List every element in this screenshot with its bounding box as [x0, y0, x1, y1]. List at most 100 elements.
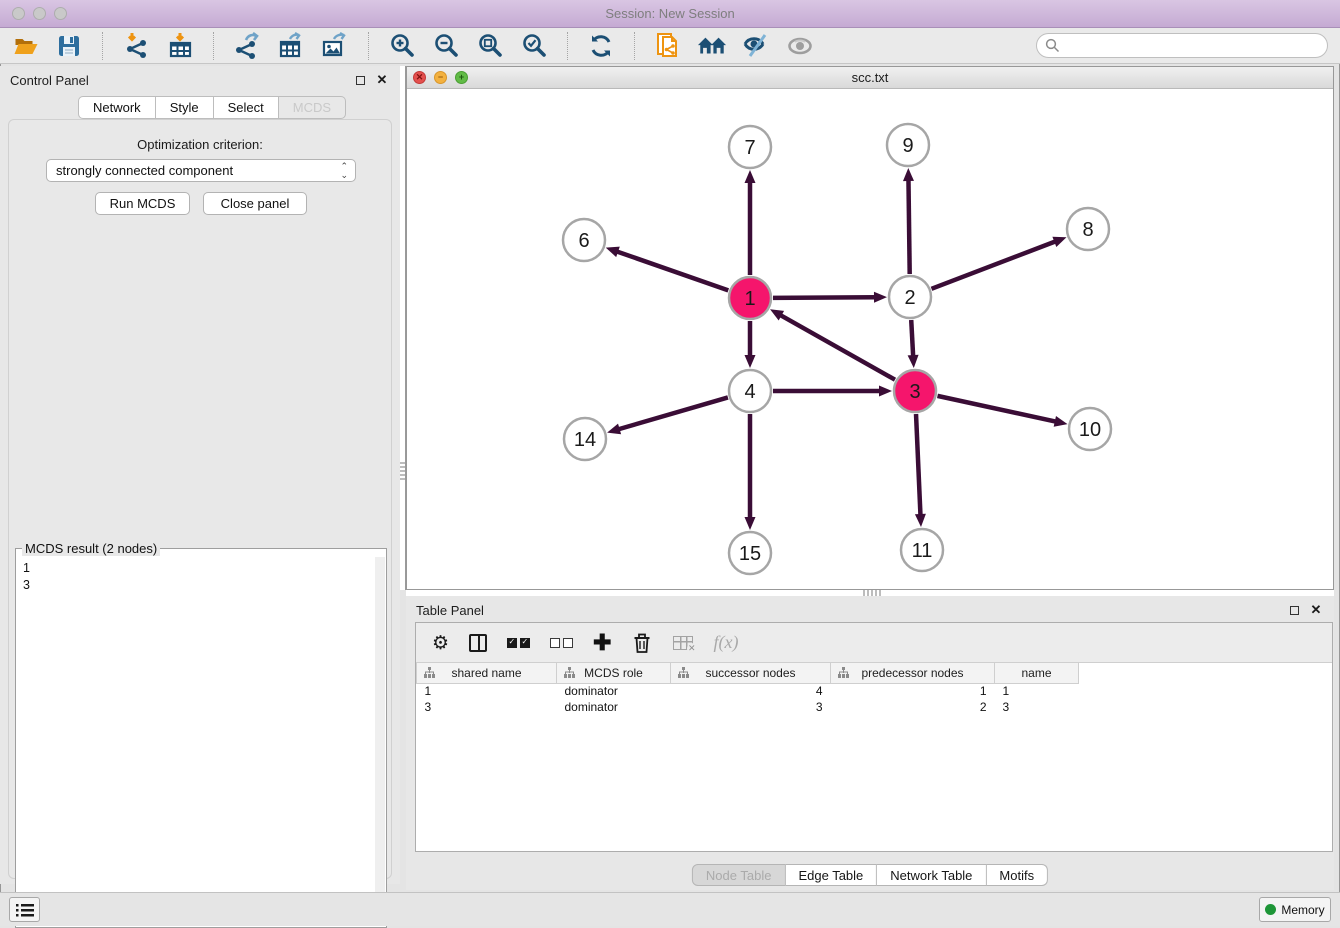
- table-panel: Table Panel ✕ ⚙ ✚ f(x) shared name MCDS …: [406, 596, 1334, 890]
- cell-successor-nodes[interactable]: 3: [671, 699, 831, 715]
- tab-mcds[interactable]: MCDS: [279, 96, 346, 119]
- network-graph[interactable]: 7968124314101511: [407, 89, 1333, 589]
- network-window-title: scc.txt: [852, 70, 889, 85]
- graph-edge-arrowhead: [879, 386, 892, 397]
- control-panel-title: Control Panel: [10, 73, 346, 88]
- minimize-icon[interactable]: [33, 7, 46, 20]
- close-panel-icon[interactable]: ✕: [1308, 602, 1324, 618]
- network-window-titlebar[interactable]: ✕ − + scc.txt: [407, 67, 1333, 89]
- graph-edge-4-14[interactable]: [618, 397, 728, 429]
- cell-predecessor-nodes[interactable]: 2: [831, 699, 995, 715]
- optimization-criterion-value: strongly connected component: [56, 163, 233, 178]
- mcds-panel: Optimization criterion: strongly connect…: [8, 119, 392, 879]
- result-scrollbar[interactable]: [375, 557, 385, 926]
- show-columns-icon[interactable]: [469, 631, 487, 655]
- cell-name[interactable]: 1: [995, 683, 1079, 699]
- graph-edge-arrowhead: [1054, 416, 1068, 427]
- graph-edge-3-10[interactable]: [937, 396, 1056, 422]
- cell-name[interactable]: 3: [995, 699, 1079, 715]
- search-input[interactable]: [1065, 36, 1327, 56]
- float-panel-icon[interactable]: [1286, 602, 1302, 618]
- import-table-icon[interactable]: [165, 31, 195, 61]
- save-session-icon[interactable]: [54, 31, 84, 61]
- graph-edge-arrowhead: [903, 168, 914, 181]
- trash-icon[interactable]: [631, 631, 653, 655]
- tab-node-table[interactable]: Node Table: [692, 864, 786, 886]
- add-icon[interactable]: ✚: [593, 631, 611, 655]
- open-session-icon[interactable]: [10, 31, 40, 61]
- zoom-in-icon[interactable]: [387, 31, 417, 61]
- status-bar: Memory: [0, 892, 1340, 926]
- tab-network-table[interactable]: Network Table: [877, 864, 986, 886]
- column-header-name[interactable]: name: [995, 663, 1079, 683]
- result-line: 1: [23, 560, 375, 577]
- close-panel-button[interactable]: Close panel: [203, 192, 307, 215]
- table-row[interactable]: 3 dominator 3 2 3: [417, 699, 1079, 715]
- graph-node-label: 4: [744, 381, 755, 403]
- close-panel-icon[interactable]: ✕: [374, 72, 390, 88]
- cell-mcds-role[interactable]: dominator: [557, 699, 671, 715]
- graph-node-label: 7: [744, 137, 755, 159]
- run-mcds-button[interactable]: Run MCDS: [95, 192, 190, 215]
- graph-node-label: 1: [744, 288, 755, 310]
- window-title: Session: New Session: [0, 6, 1340, 21]
- optimization-criterion-label: Optimization criterion:: [9, 137, 391, 152]
- memory-button[interactable]: Memory: [1259, 897, 1331, 922]
- graph-edge-2-8[interactable]: [931, 241, 1056, 289]
- cell-successor-nodes[interactable]: 4: [671, 683, 831, 699]
- optimization-criterion-select[interactable]: strongly connected component ⌃⌄: [46, 159, 356, 182]
- close-icon[interactable]: [12, 7, 25, 20]
- graph-edge-arrowhead: [745, 517, 756, 530]
- cell-shared-name[interactable]: 1: [417, 683, 557, 699]
- graph-edge-arrowhead: [1052, 237, 1066, 247]
- network-canvas[interactable]: 7968124314101511: [407, 89, 1333, 589]
- tab-style[interactable]: Style: [156, 96, 214, 119]
- settings-icon[interactable]: ⚙: [432, 631, 449, 655]
- show-graphics-icon: [785, 31, 815, 61]
- tab-edge-table[interactable]: Edge Table: [785, 864, 877, 886]
- hide-graphics-icon[interactable]: [741, 31, 771, 61]
- tab-motifs[interactable]: Motifs: [986, 864, 1048, 886]
- graph-edge-3-11[interactable]: [916, 414, 920, 516]
- toolbar-separator: [567, 32, 568, 60]
- zoom-selected-icon[interactable]: [519, 31, 549, 61]
- export-table-icon[interactable]: [276, 31, 306, 61]
- cell-predecessor-nodes[interactable]: 1: [831, 683, 995, 699]
- column-header-shared-name[interactable]: shared name: [417, 663, 557, 683]
- tab-select[interactable]: Select: [214, 96, 279, 119]
- graph-edge-1-6[interactable]: [616, 251, 728, 290]
- task-history-button[interactable]: [9, 897, 40, 922]
- toolbar-separator: [213, 32, 214, 60]
- toolbar-separator: [634, 32, 635, 60]
- maximize-icon[interactable]: [54, 7, 67, 20]
- mcds-result-textarea[interactable]: 1 3: [17, 557, 375, 926]
- deselect-all-columns-icon[interactable]: [550, 631, 573, 655]
- table-row[interactable]: 1 dominator 4 1 1: [417, 683, 1079, 699]
- graph-edge-3-1[interactable]: [780, 315, 895, 380]
- cell-shared-name[interactable]: 3: [417, 699, 557, 715]
- graph-edge-2-9[interactable]: [908, 179, 909, 274]
- export-image-icon[interactable]: [320, 31, 350, 61]
- import-network-icon[interactable]: [121, 31, 151, 61]
- main-toolbar: [0, 28, 1340, 64]
- zoom-fit-icon[interactable]: [475, 31, 505, 61]
- tab-network[interactable]: Network: [78, 96, 156, 119]
- cell-mcds-role[interactable]: dominator: [557, 683, 671, 699]
- search-box: [1036, 33, 1328, 58]
- close-icon[interactable]: ✕: [413, 71, 426, 84]
- column-header-successor-nodes[interactable]: successor nodes: [671, 663, 831, 683]
- column-header-predecessor-nodes[interactable]: predecessor nodes: [831, 663, 995, 683]
- graph-edge-1-2[interactable]: [773, 297, 876, 298]
- clone-network-icon[interactable]: [653, 31, 683, 61]
- minimize-icon[interactable]: −: [434, 71, 447, 84]
- export-network-icon[interactable]: [232, 31, 262, 61]
- maximize-icon[interactable]: +: [455, 71, 468, 84]
- table-tabs: Node Table Edge Table Network Table Moti…: [692, 864, 1048, 886]
- select-all-columns-icon[interactable]: [507, 631, 530, 655]
- refresh-icon[interactable]: [586, 31, 616, 61]
- graph-edge-2-3[interactable]: [911, 320, 913, 357]
- zoom-out-icon[interactable]: [431, 31, 461, 61]
- float-panel-icon[interactable]: [352, 72, 368, 88]
- column-header-mcds-role[interactable]: MCDS role: [557, 663, 671, 683]
- home-icon[interactable]: [697, 31, 727, 61]
